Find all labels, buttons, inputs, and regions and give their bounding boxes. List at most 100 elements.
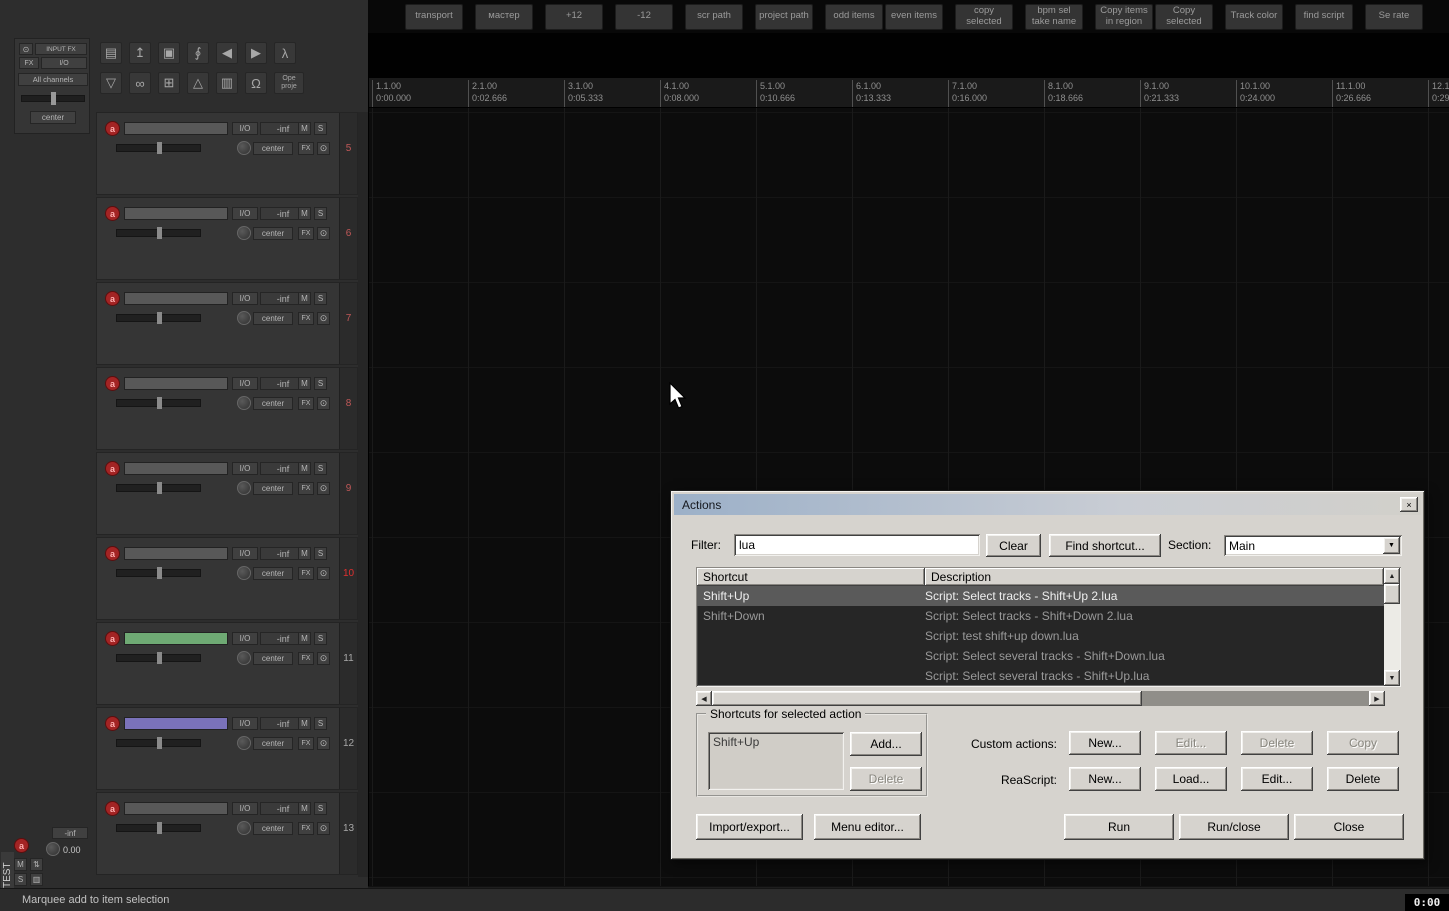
track-number[interactable]: 12 [339, 708, 357, 789]
track-number[interactable]: 5 [339, 113, 357, 194]
mute-button[interactable]: M [298, 547, 311, 560]
pan-knob[interactable] [237, 396, 251, 410]
master-inputfx-button[interactable]: INPUT FX [35, 43, 87, 55]
pan-readout[interactable]: center [253, 142, 293, 155]
fx-bypass-button[interactable]: ⊙ [317, 312, 330, 325]
pan-readout[interactable]: center [253, 652, 293, 665]
action-row[interactable]: Script: test shift+up down.lua [697, 626, 1384, 646]
scroll-up-button[interactable]: ▲ [1384, 568, 1400, 584]
fx-button[interactable]: FX [298, 227, 314, 240]
volume-slider-handle[interactable] [157, 652, 162, 664]
solo-button[interactable]: S [314, 632, 327, 645]
pan-readout[interactable]: center [253, 312, 293, 325]
track-panel[interactable]: a I/O -inf M Scenter FX ⊙ 7 [96, 282, 358, 365]
reascript-load-button[interactable]: Load... [1155, 767, 1227, 791]
filter-icon[interactable]: ▽ [100, 72, 122, 94]
reascript-edit-button[interactable]: Edit... [1241, 767, 1313, 791]
close-button[interactable]: × [1400, 497, 1418, 512]
column-header-shortcut[interactable]: Shortcut [697, 568, 925, 586]
toolbar-button-copy-selected[interactable]: Copy selected [1155, 3, 1213, 30]
grid-icon[interactable]: ⊞ [158, 72, 180, 94]
pan-readout[interactable]: center [253, 822, 293, 835]
mute-button[interactable]: M [298, 802, 311, 815]
master-volume-readout[interactable]: -inf [52, 827, 88, 839]
fx-button[interactable]: FX [298, 397, 314, 410]
redo-icon[interactable]: ▶ [245, 42, 267, 64]
volume-slider-handle[interactable] [157, 482, 162, 494]
master-solo-button[interactable]: S [14, 873, 27, 886]
timeline-ruler[interactable]: 1.1.00 0:00.000 2.1.00 0:02.666 3.1.00 0:05.3… [369, 78, 1449, 108]
track-panel[interactable]: a I/O -inf M Scenter FX ⊙ 5 [96, 112, 358, 195]
scroll-down-button[interactable]: ▼ [1384, 670, 1400, 686]
toolbar-button-odd-items[interactable]: odd items [825, 3, 883, 30]
column-header-description[interactable]: Description [925, 568, 1384, 586]
action-row[interactable]: Script: Select several tracks - Shift+Do… [697, 646, 1384, 666]
pan-readout[interactable]: center [253, 227, 293, 240]
mute-button[interactable]: M [298, 632, 311, 645]
section-dropdown[interactable]: Main ▼ [1224, 535, 1402, 556]
solo-button[interactable]: S [314, 802, 327, 815]
pan-readout[interactable]: center [253, 397, 293, 410]
close-button[interactable]: Close [1294, 814, 1404, 840]
routing-icon[interactable]: ⇅ [30, 858, 43, 871]
track-number[interactable]: 9 [339, 453, 357, 534]
custom-actions-copy-button[interactable]: Copy [1327, 731, 1399, 755]
record-arm-button[interactable]: a [105, 801, 120, 816]
dropdown-arrow-icon[interactable]: ▼ [1383, 537, 1400, 554]
action-row[interactable]: Shift+Up Script: Select tracks - Shift+Up… [697, 586, 1384, 606]
run-close-button[interactable]: Run/close [1179, 814, 1289, 840]
dialog-titlebar[interactable]: Actions [674, 494, 1421, 515]
fx-bypass-button[interactable]: ⊙ [317, 737, 330, 750]
pan-readout[interactable]: center [253, 482, 293, 495]
toolbar-button-scr-path[interactable]: scr path [685, 3, 743, 30]
volume-slider[interactable] [116, 822, 201, 834]
track-panel[interactable]: a I/O -inf M Scenter FX ⊙ 11 [96, 622, 358, 705]
track-name-field[interactable] [124, 547, 228, 560]
volume-slider[interactable] [116, 227, 201, 239]
run-button[interactable]: Run [1064, 814, 1174, 840]
fx-bypass-button[interactable]: ⊙ [317, 822, 330, 835]
track-io-button[interactable]: I/O [232, 207, 258, 220]
mute-button[interactable]: M [298, 717, 311, 730]
custom-actions-edit-button[interactable]: Edit... [1155, 731, 1227, 755]
menu-editor-button[interactable]: Menu editor... [814, 814, 921, 840]
toolbar-button-copy-items-in-region[interactable]: Copy items in region [1095, 3, 1153, 30]
track-name-field[interactable] [124, 292, 228, 305]
volume-slider-handle[interactable] [157, 227, 162, 239]
track-io-button[interactable]: I/O [232, 462, 258, 475]
toolbar-button-find-script[interactable]: find script [1295, 3, 1353, 30]
track-io-button[interactable]: I/O [232, 547, 258, 560]
toolbar-button-track-color[interactable]: Track color [1225, 3, 1283, 30]
open-project-icon[interactable]: ↥ [129, 42, 151, 64]
fx-bypass-button[interactable]: ⊙ [317, 567, 330, 580]
volume-slider[interactable] [116, 142, 201, 154]
pan-knob[interactable] [237, 141, 251, 155]
record-arm-button[interactable]: a [14, 838, 29, 853]
action-row[interactable]: Script: Select several tracks - Shift+Up… [697, 666, 1384, 686]
volume-slider[interactable] [116, 397, 201, 409]
record-arm-button[interactable]: a [105, 631, 120, 646]
pan-knob[interactable] [237, 481, 251, 495]
new-project-icon[interactable]: ▤ [100, 42, 122, 64]
track-number[interactable]: 7 [339, 283, 357, 364]
fx-bypass-button[interactable]: ⊙ [317, 227, 330, 240]
master-fader-handle[interactable] [51, 92, 56, 105]
track-panel[interactable]: a I/O -inf M Scenter FX ⊙ 13 [96, 792, 358, 875]
import-export-button[interactable]: Import/export... [696, 814, 803, 840]
track-panel[interactable]: a I/O -inf M Scenter FX ⊙ 8 [96, 367, 358, 450]
master-power-icon[interactable]: ⊙ [19, 43, 33, 55]
volume-slider[interactable] [116, 482, 201, 494]
volume-slider[interactable] [116, 652, 201, 664]
fx-button[interactable]: FX [298, 482, 314, 495]
solo-button[interactable]: S [314, 122, 327, 135]
toolbar-button-btn1[interactable]: мастер [475, 3, 533, 30]
track-io-button[interactable]: I/O [232, 802, 258, 815]
record-arm-button[interactable]: a [105, 461, 120, 476]
track-name-field[interactable] [124, 462, 228, 475]
master-pan-readout[interactable]: center [30, 111, 76, 124]
toolbar-button-even-items[interactable]: even items [885, 3, 943, 30]
reascript-delete-button[interactable]: Delete [1327, 767, 1399, 791]
horizontal-scrollbar[interactable]: ◀ ▶ [696, 691, 1385, 706]
track-io-button[interactable]: I/O [232, 632, 258, 645]
track-name-field[interactable] [124, 122, 228, 135]
